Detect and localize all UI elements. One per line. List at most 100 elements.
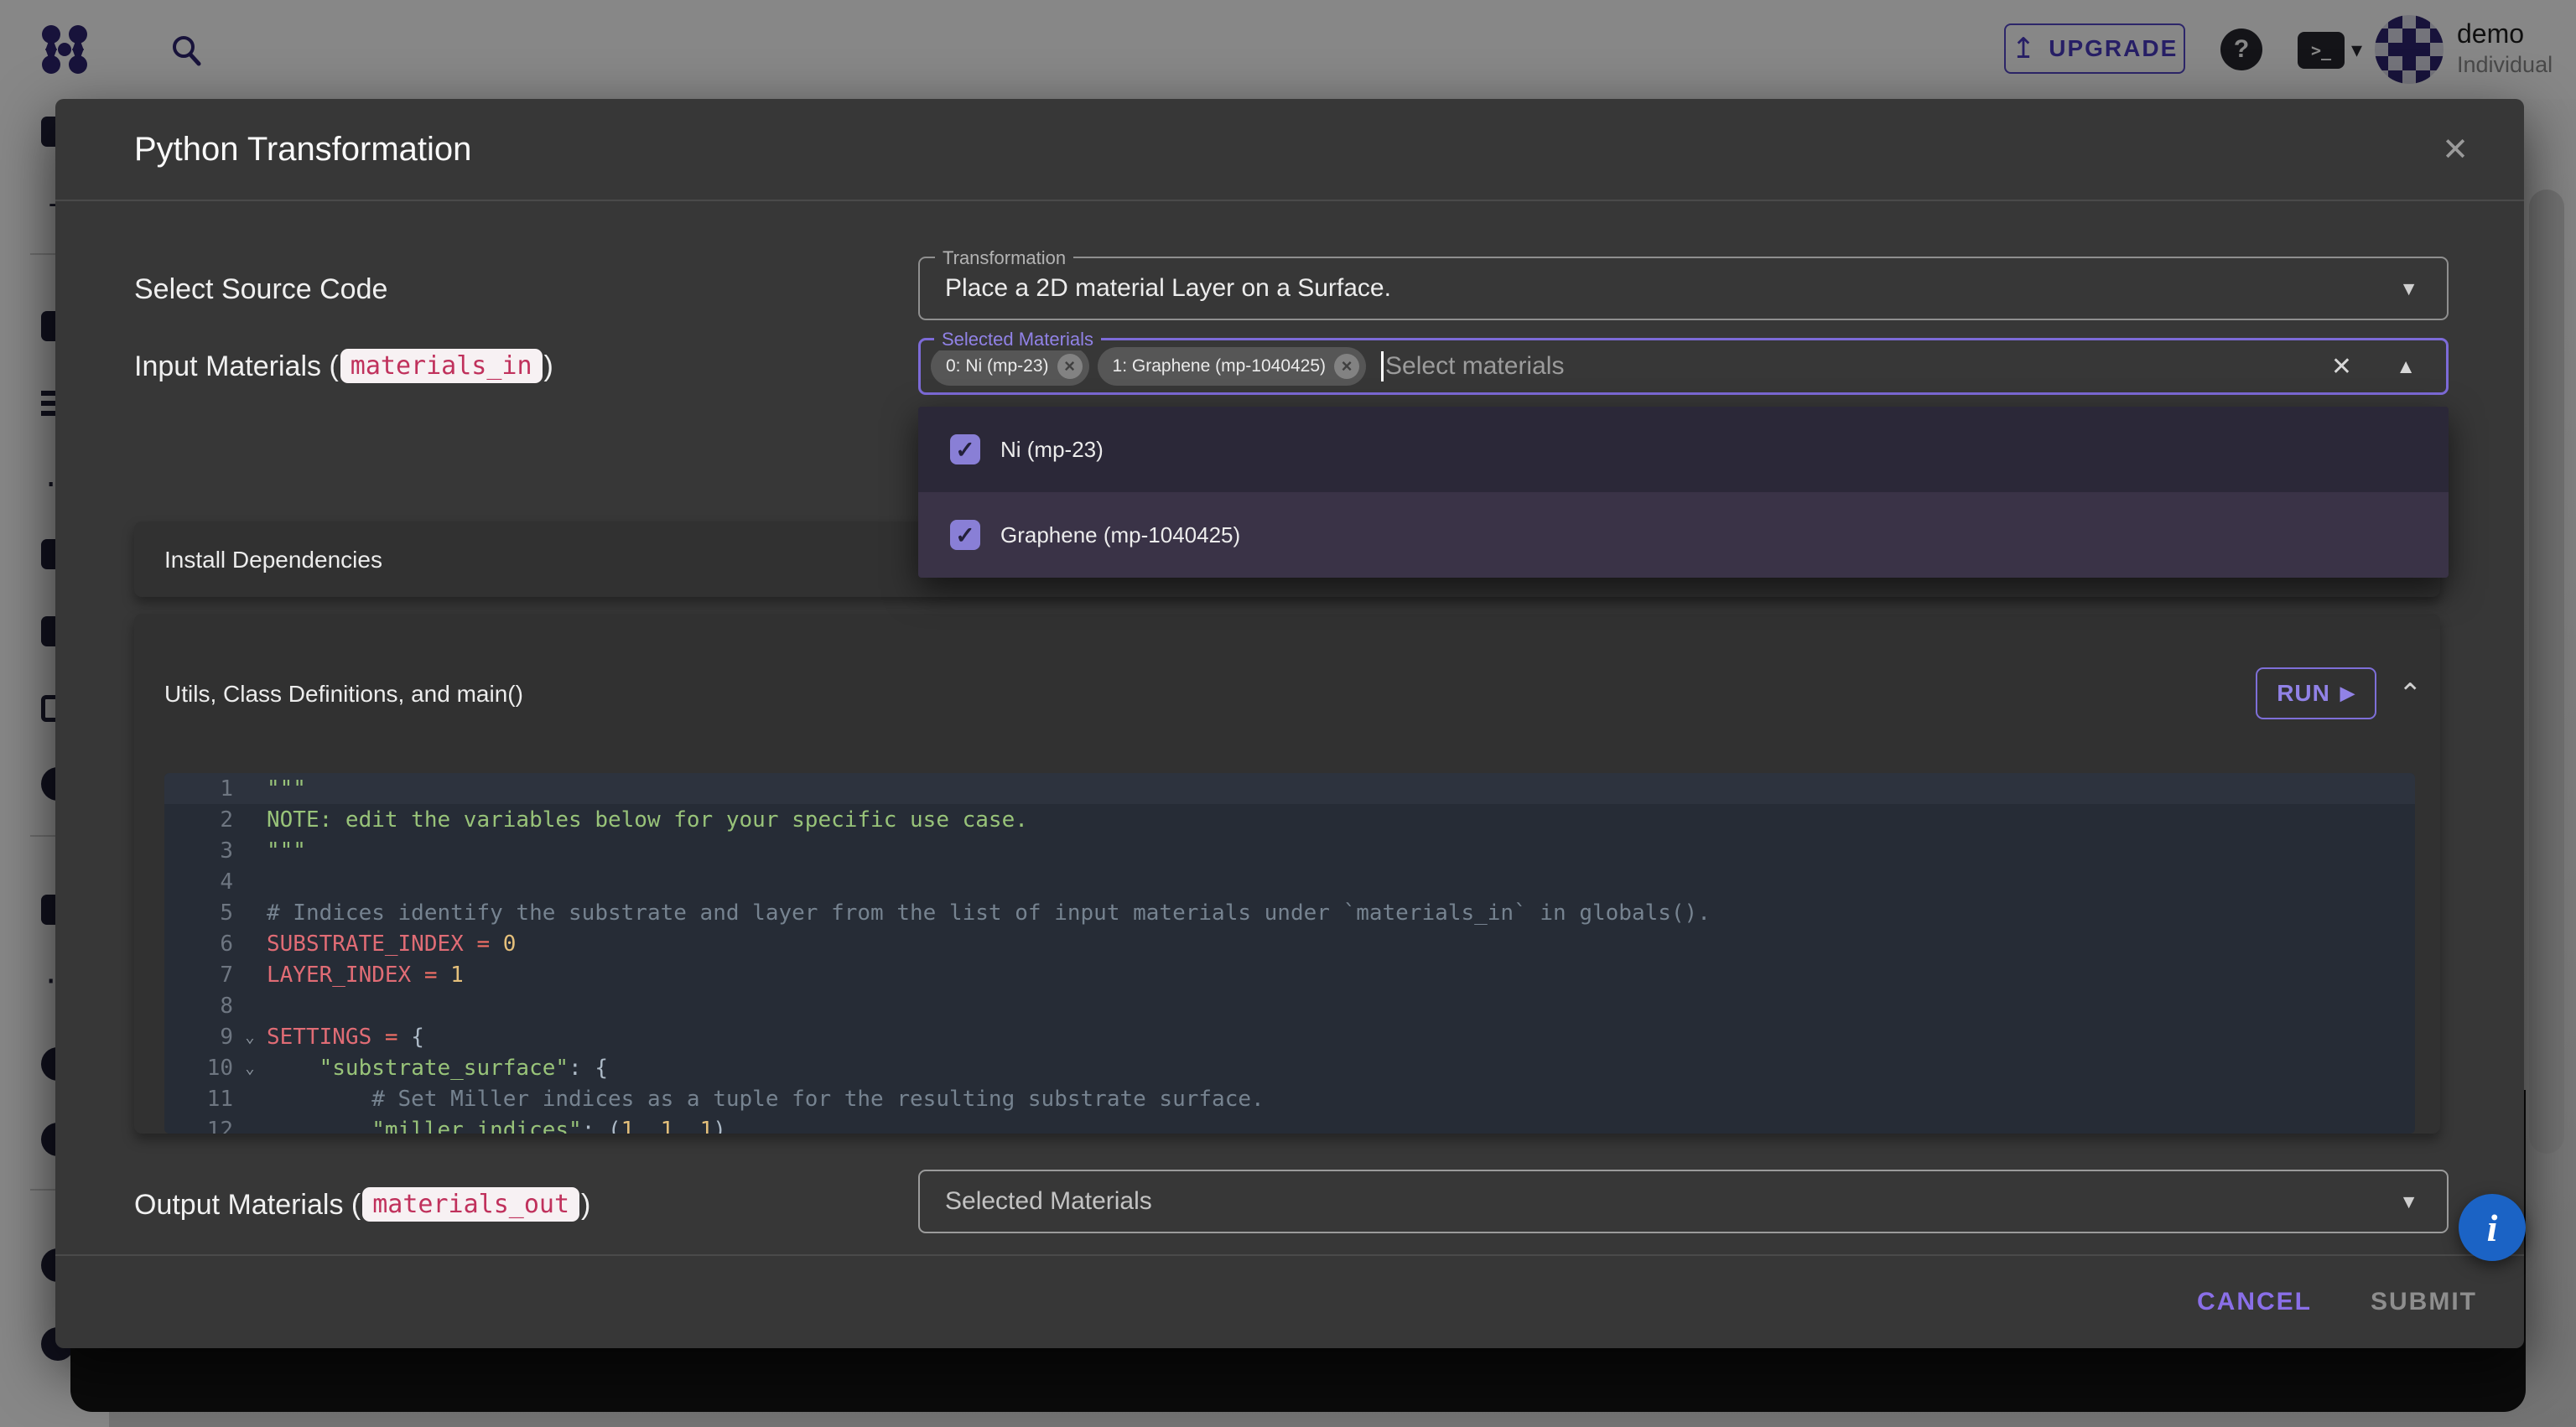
code-line[interactable]: 2 NOTE: edit the variables below for your…	[164, 804, 2415, 835]
code-line[interactable]: 3 """	[164, 835, 2415, 866]
run-button[interactable]: RUN ▶	[2256, 667, 2376, 719]
transformation-select[interactable]: Transformation Place a 2D material Layer…	[918, 257, 2449, 320]
code-token: SETTINGS	[267, 1025, 371, 1050]
dialog-footer: CANCEL SUBMIT	[55, 1256, 2524, 1348]
code-text: # Indices identify the substrate and lay…	[267, 900, 2415, 926]
collapse-accordion-icon[interactable]: ⌃	[2398, 677, 2423, 711]
line-number: 4	[164, 869, 233, 895]
line-number: 7	[164, 963, 233, 988]
code-token: =	[464, 931, 503, 957]
code-token	[267, 1118, 371, 1134]
code-line[interactable]: 10⌄ "substrate_surface": {	[164, 1052, 2415, 1083]
code-text: # Set Miller indices as a tuple for the …	[267, 1087, 2415, 1112]
code-token: =	[371, 1025, 411, 1050]
chevron-down-icon[interactable]: ▼	[2399, 1171, 2418, 1232]
code-line[interactable]: 11 # Set Miller indices as a tuple for t…	[164, 1083, 2415, 1114]
code-editor[interactable]: 1 """ 2 NOTE: edit the variables below for …	[164, 773, 2415, 1134]
chevron-up-icon[interactable]: ▲	[2396, 355, 2416, 379]
code-token: "miller_indices"	[371, 1118, 581, 1134]
code-line[interactable]: 1 """	[164, 773, 2415, 804]
play-icon: ▶	[2340, 682, 2355, 704]
code-token: 1	[450, 963, 464, 988]
checkbox-checked-icon[interactable]: ✓	[950, 520, 980, 550]
selected-materials-label: Selected Materials	[934, 329, 1101, 350]
fold-icon[interactable]: ⌄	[233, 1059, 267, 1077]
chip-label: 1: Graphene (mp-1040425)	[1113, 356, 1327, 376]
code-line[interactable]: 6 SUBSTRATE_INDEX = 0	[164, 928, 2415, 959]
install-dependencies-label: Install Dependencies	[164, 547, 382, 573]
fold-icon[interactable]: ⌄	[233, 1028, 267, 1046]
chip-remove-icon[interactable]: ×	[1334, 354, 1359, 379]
code-token: ,	[634, 1118, 660, 1134]
code-token: : {	[569, 1056, 608, 1081]
dialog-title: Python Transformation	[134, 131, 471, 169]
material-chips: 0: Ni (mp-23)× 1: Graphene (mp-1040425) ×	[931, 347, 1374, 386]
code-line[interactable]: 12 "miller_indices": (1, 1, 1),	[164, 1114, 2415, 1134]
code-text: "substrate_surface": {	[267, 1056, 2415, 1081]
select-materials-placeholder: Select materials	[1385, 352, 1564, 381]
info-button[interactable]: i	[2459, 1194, 2526, 1261]
material-option[interactable]: ✓ Ni (mp-23)	[918, 407, 2449, 492]
submit-button[interactable]: SUBMIT	[2371, 1288, 2477, 1316]
code-token: # Set Miller indices as a tuple for the …	[267, 1087, 1265, 1112]
close-icon[interactable]: ✕	[2435, 129, 2475, 169]
line-number: 11	[164, 1087, 233, 1112]
code-token: 1	[621, 1118, 635, 1134]
materials-in-code-chip: materials_in	[340, 349, 543, 383]
code-token: "substrate_surface"	[319, 1056, 569, 1081]
line-number: 3	[164, 838, 233, 864]
transformation-select-value: Place a 2D material Layer on a Surface.	[945, 258, 1391, 319]
code-text: SUBSTRATE_INDEX = 0	[267, 931, 2415, 957]
code-token: """	[267, 838, 306, 864]
code-line[interactable]: 4	[164, 866, 2415, 897]
code-line[interactable]: 7 LAYER_INDEX = 1	[164, 959, 2415, 990]
line-number: 5	[164, 900, 233, 926]
chip-remove-icon[interactable]: ×	[1057, 354, 1083, 379]
code-text: NOTE: edit the variables below for your …	[267, 807, 2415, 833]
option-label: Ni (mp-23)	[1000, 437, 1104, 463]
code-text: """	[267, 838, 2415, 864]
code-token: ,	[673, 1118, 699, 1134]
code-text: LAYER_INDEX = 1	[267, 963, 2415, 988]
output-select-value: Selected Materials	[945, 1171, 1152, 1232]
material-chip[interactable]: 0: Ni (mp-23)×	[931, 347, 1089, 386]
line-number: 9	[164, 1025, 233, 1050]
utils-accordion-label: Utils, Class Definitions, and main()	[164, 681, 523, 708]
line-number: 6	[164, 931, 233, 957]
line-number: 2	[164, 807, 233, 833]
code-token: 1	[700, 1118, 714, 1134]
text-cursor	[1381, 351, 1384, 381]
material-option[interactable]: ✓ Graphene (mp-1040425)	[918, 492, 2449, 578]
line-number: 12	[164, 1118, 233, 1134]
cancel-button[interactable]: CANCEL	[2197, 1288, 2312, 1316]
code-token: """	[267, 776, 306, 802]
line-number: 1	[164, 776, 233, 802]
material-chip[interactable]: 1: Graphene (mp-1040425) ×	[1098, 347, 1367, 386]
code-line[interactable]: 9⌄SETTINGS = {	[164, 1021, 2415, 1052]
code-token: 0	[503, 931, 517, 957]
clear-selection-icon[interactable]: ✕	[2331, 352, 2352, 381]
input-materials-label: Input Materials (materials_in)	[134, 350, 553, 385]
code-token: NOTE: edit the variables below for your …	[267, 807, 1028, 833]
code-token: # Indices identify the substrate and lay…	[267, 900, 1711, 926]
code-line[interactable]: 8	[164, 990, 2415, 1021]
code-token: =	[411, 963, 450, 988]
code-token	[267, 1056, 319, 1081]
option-label: Graphene (mp-1040425)	[1000, 522, 1240, 548]
materials-out-code-chip: materials_out	[362, 1187, 579, 1222]
chevron-down-icon[interactable]: ▼	[2399, 258, 2418, 319]
code-token: 1	[661, 1118, 674, 1134]
code-token: {	[411, 1025, 424, 1050]
code-text: SETTINGS = {	[267, 1025, 2415, 1050]
code-line[interactable]: 5 # Indices identify the substrate and la…	[164, 897, 2415, 928]
code-token: SUBSTRATE_INDEX	[267, 931, 464, 957]
code-text: "miller_indices": (1, 1, 1),	[267, 1118, 2415, 1134]
selected-materials-input[interactable]: Selected Materials 0: Ni (mp-23)×1: Grap…	[918, 338, 2449, 395]
utils-accordion: Utils, Class Definitions, and main() RUN…	[134, 614, 2440, 1134]
header-divider	[55, 200, 2524, 201]
code-token: : (	[582, 1118, 621, 1134]
output-materials-select[interactable]: Selected Materials ▼	[918, 1170, 2449, 1233]
code-token: ),	[713, 1118, 739, 1134]
line-number: 10	[164, 1056, 233, 1081]
checkbox-checked-icon[interactable]: ✓	[950, 434, 980, 464]
